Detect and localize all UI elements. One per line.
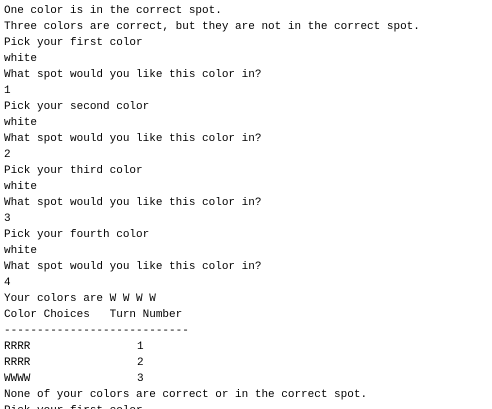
table-row: WWWW 3 [4, 371, 420, 387]
color-choice-cell: WWWW [4, 373, 31, 385]
console-line: What spot would you like this color in? [4, 133, 262, 145]
console-line: Pick your third color [4, 165, 143, 177]
console-text: One color is in the correct spot. Three c… [4, 3, 420, 409]
color-choice-cell: RRRR [4, 341, 31, 353]
console-line: Pick your first color [4, 37, 143, 49]
console-line: ---------------------------- [4, 325, 189, 337]
table-row: RRRR 2 [4, 355, 420, 371]
console-lines-before-table: One color is in the correct spot. Three c… [4, 3, 420, 339]
turn-number-cell: 2 [137, 357, 144, 369]
console-line: Pick your first color [4, 403, 420, 409]
turn-number-cell: 1 [137, 341, 144, 353]
console-output-pane[interactable]: One color is in the correct spot. Three c… [0, 0, 492, 409]
console-line: 1 [4, 85, 11, 97]
console-line: Pick your second color [4, 101, 150, 113]
console-line: Three colors are correct, but they are n… [4, 21, 420, 33]
console-line: white [4, 53, 38, 65]
turn-number-cell: 3 [137, 373, 144, 385]
console-line: 2 [4, 149, 11, 161]
console-line: white [4, 181, 38, 193]
console-line: None of your colors are correct or in th… [4, 389, 368, 401]
table-row: RRRR 1 [4, 339, 420, 355]
console-line: Your colors are W W W W [4, 293, 156, 305]
console-line: white [4, 245, 38, 257]
console-line: What spot would you like this color in? [4, 197, 262, 209]
console-lines-after-table: None of your colors are correct or in th… [4, 387, 420, 409]
console-line: Pick your fourth color [4, 229, 150, 241]
color-choice-cell: RRRR [4, 357, 31, 369]
console-line: One color is in the correct spot. [4, 5, 222, 17]
console-line: Color Choices Turn Number [4, 309, 183, 321]
console-line: white [4, 117, 38, 129]
color-choice-table: RRRR 1 RRRR 2 WWWW 3 [4, 339, 420, 387]
console-line: What spot would you like this color in? [4, 261, 262, 273]
console-line: 4 [4, 277, 11, 289]
console-line: What spot would you like this color in? [4, 69, 262, 81]
console-line: 3 [4, 213, 11, 225]
